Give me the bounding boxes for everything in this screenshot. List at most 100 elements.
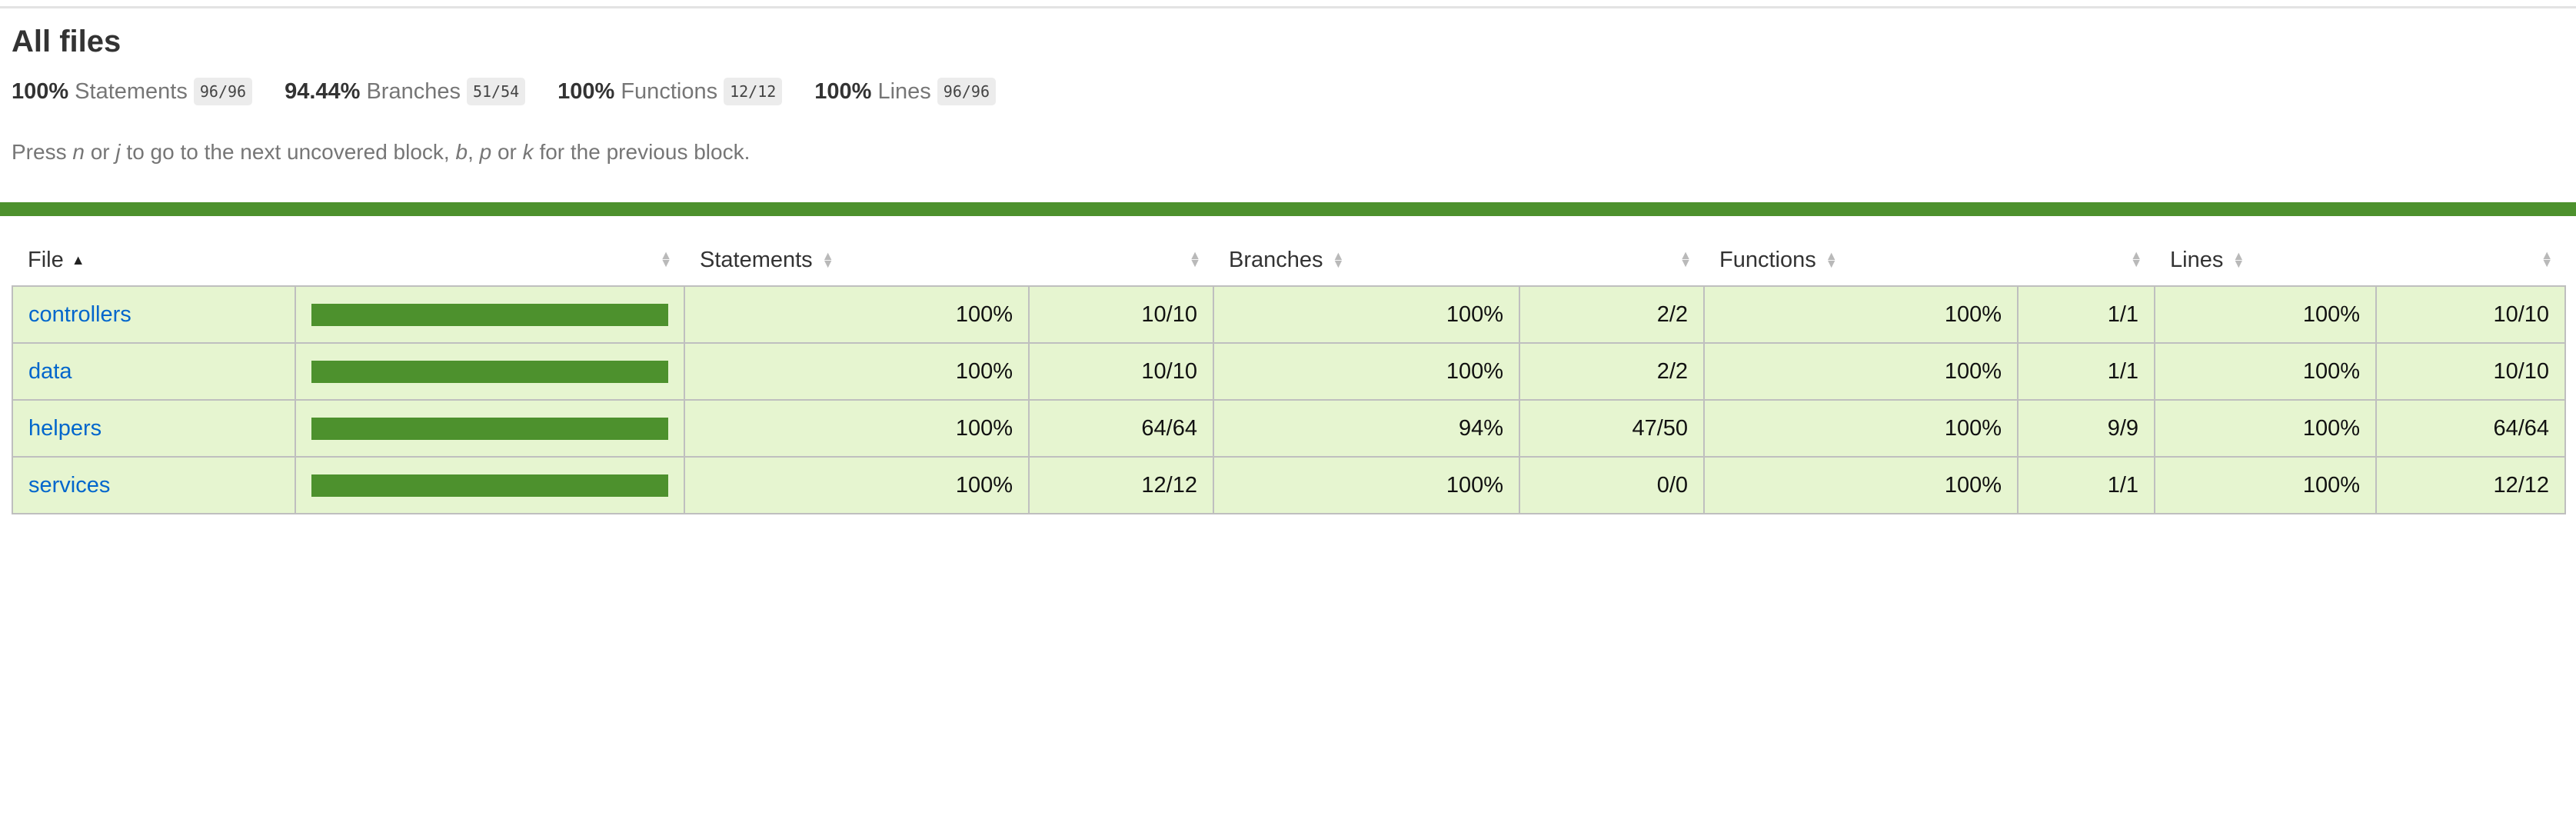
sort-icon: ▲ ▼	[821, 249, 834, 271]
hint-middle: to go to the next uncovered block,	[120, 140, 456, 164]
lines-pct: 100%	[2154, 285, 2378, 344]
branches-pct: 100%	[1213, 342, 1520, 401]
sort-icon: ▲ ▼	[1679, 249, 1692, 270]
header-statements-label: Statements	[700, 247, 813, 272]
coverage-bar-cell	[295, 342, 685, 401]
lines-pct: 100%	[2154, 342, 2378, 401]
table-row: data 100% 10/10 100% 2/2 100% 1/1 100% 1…	[12, 342, 2567, 401]
summary-functions-pct: 100%	[557, 78, 615, 104]
header-lines-label: Lines	[2170, 247, 2224, 272]
summary-functions-label: Functions	[621, 78, 718, 104]
functions-pct: 100%	[1703, 285, 2019, 344]
coverage-status-strip	[0, 202, 2576, 216]
top-divider	[0, 6, 2576, 8]
statements-pct: 100%	[684, 285, 1030, 344]
functions-fraction: 9/9	[2017, 399, 2156, 458]
summary-functions: 100% Functions 12/12	[557, 78, 783, 105]
file-link-helpers[interactable]: helpers	[28, 416, 102, 441]
coverage-bar	[311, 360, 668, 383]
functions-pct: 100%	[1703, 342, 2019, 401]
hint-key-n: n	[72, 140, 85, 164]
hint-key-b: b	[455, 140, 468, 164]
hint-prefix: Press	[12, 140, 73, 164]
statements-fraction: 64/64	[1028, 399, 1214, 458]
header-lines[interactable]: Lines ▲ ▼ ▲ ▼	[2155, 235, 2565, 286]
branches-fraction: 0/0	[1518, 456, 1706, 514]
statements-pct: 100%	[684, 399, 1030, 458]
statements-fraction: 10/10	[1028, 285, 1214, 344]
summary-lines-label: Lines	[877, 78, 931, 104]
header-branches-label: Branches	[1229, 247, 1323, 272]
branches-fraction: 47/50	[1518, 399, 1706, 458]
coverage-bar-fill	[311, 417, 668, 440]
table-row: helpers 100% 64/64 94% 47/50 100% 9/9 10…	[12, 399, 2567, 458]
sort-icon: ▲ ▼	[2541, 249, 2554, 270]
summary-branches-label: Branches	[366, 78, 461, 104]
lines-fraction: 12/12	[2375, 456, 2567, 514]
branches-pct: 100%	[1213, 285, 1520, 344]
header-file[interactable]: File ▲	[12, 235, 295, 286]
hint-comma: ,	[468, 140, 480, 164]
branches-fraction: 2/2	[1518, 342, 1706, 401]
statements-fraction: 10/10	[1028, 342, 1214, 401]
header-file-bar[interactable]: ▲ ▼	[295, 235, 684, 286]
summary-statements-fraction: 96/96	[193, 78, 253, 105]
table-header-row: File ▲ ▲ ▼ Statements ▲ ▼ ▲ ▼ Branches ▲ ▼ ▲ ▼ F…	[12, 235, 2565, 286]
hint-key-p: p	[479, 140, 492, 164]
summary-lines: 100% Lines 96/96	[814, 78, 997, 105]
coverage-summary: 100% Statements 96/96 94.44% Branches 51…	[12, 75, 1028, 108]
lines-fraction: 64/64	[2375, 399, 2567, 458]
lines-fraction: 10/10	[2375, 342, 2567, 401]
sort-icon: ▲ ▼	[2130, 249, 2143, 270]
coverage-bar-cell	[295, 456, 685, 514]
header-statements[interactable]: Statements ▲ ▼ ▲ ▼	[684, 235, 1213, 286]
functions-fraction: 1/1	[2017, 342, 2156, 401]
file-link-data[interactable]: data	[28, 359, 72, 384]
statements-fraction: 12/12	[1028, 456, 1214, 514]
coverage-bar-fill	[311, 360, 668, 383]
lines-fraction: 10/10	[2375, 285, 2567, 344]
sort-icon: ▲ ▼	[2232, 249, 2245, 271]
header-functions[interactable]: Functions ▲ ▼ ▲ ▼	[1704, 235, 2155, 286]
hint-suffix: for the previous block.	[533, 140, 751, 164]
functions-pct: 100%	[1703, 399, 2019, 458]
header-file-label: File	[28, 247, 64, 272]
coverage-bar	[311, 303, 668, 326]
file-cell: controllers	[12, 285, 296, 344]
keyboard-hint: Press n or j to go to the next uncovered…	[12, 137, 750, 168]
functions-fraction: 1/1	[2017, 456, 2156, 514]
header-functions-label: Functions	[1719, 247, 1816, 272]
summary-branches: 94.44% Branches 51/54	[285, 78, 526, 105]
coverage-bar-fill	[311, 303, 668, 326]
branches-pct: 100%	[1213, 456, 1520, 514]
coverage-table: File ▲ ▲ ▼ Statements ▲ ▼ ▲ ▼ Branches ▲ ▼ ▲ ▼ F…	[12, 235, 2567, 514]
coverage-bar-cell	[295, 285, 685, 344]
table-row: services 100% 12/12 100% 0/0 100% 1/1 10…	[12, 456, 2567, 514]
sort-ascending-icon: ▲	[71, 252, 85, 268]
header-branches[interactable]: Branches ▲ ▼ ▲ ▼	[1213, 235, 1704, 286]
branches-fraction: 2/2	[1518, 285, 1706, 344]
lines-pct: 100%	[2154, 399, 2378, 458]
summary-branches-fraction: 51/54	[466, 78, 526, 105]
file-cell: data	[12, 342, 296, 401]
file-cell: helpers	[12, 399, 296, 458]
summary-branches-pct: 94.44%	[285, 78, 361, 104]
sort-icon: ▲ ▼	[1825, 249, 1838, 271]
coverage-bar-cell	[295, 399, 685, 458]
sort-icon: ▲ ▼	[1189, 249, 1201, 270]
summary-statements-label: Statements	[75, 78, 188, 104]
sort-icon: ▲ ▼	[660, 249, 672, 270]
table-row: controllers 100% 10/10 100% 2/2 100% 1/1…	[12, 285, 2567, 344]
summary-lines-pct: 100%	[814, 78, 872, 104]
summary-statements-pct: 100%	[12, 78, 69, 104]
hint-or-2: or	[491, 140, 523, 164]
branches-pct: 94%	[1213, 399, 1520, 458]
summary-functions-fraction: 12/12	[724, 78, 783, 105]
coverage-bar	[311, 474, 668, 497]
lines-pct: 100%	[2154, 456, 2378, 514]
functions-pct: 100%	[1703, 456, 2019, 514]
file-link-services[interactable]: services	[28, 473, 110, 498]
coverage-bar	[311, 417, 668, 440]
file-link-controllers[interactable]: controllers	[28, 302, 131, 327]
file-cell: services	[12, 456, 296, 514]
